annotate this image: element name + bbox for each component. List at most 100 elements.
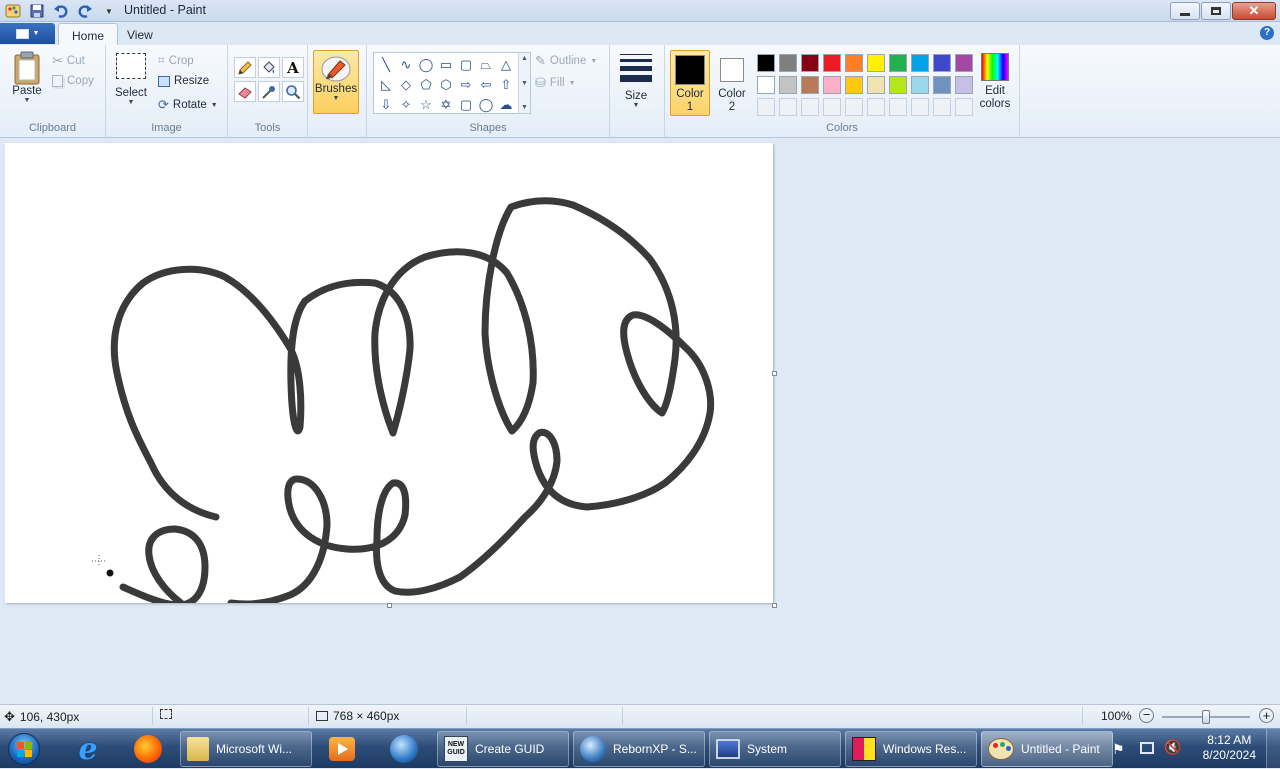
pentagon-shape-icon[interactable]: ⬠ [416,75,436,95]
rounded-callout-shape-icon[interactable]: ▢ [456,95,476,115]
paint-menu-button[interactable]: ▼ [0,23,55,44]
customize-qat-chevron-down-icon[interactable]: ▼ [100,2,118,20]
palette-swatch[interactable] [777,74,799,96]
redo-icon[interactable] [76,2,94,20]
brushes-button[interactable]: Brushes ▼ [313,50,359,114]
palette-swatch[interactable] [887,74,909,96]
triangle-shape-icon[interactable]: △ [496,55,516,75]
diamond-shape-icon[interactable]: ◇ [396,75,416,95]
oval-shape-icon[interactable]: ◯ [416,55,436,75]
resize-handle-right[interactable] [772,371,777,376]
custom-color-slot[interactable] [799,96,821,118]
paste-button[interactable]: Paste ▼ [6,51,48,104]
palette-swatch[interactable] [909,74,931,96]
internet-explorer-icon[interactable]: e [62,731,114,767]
oval-callout-shape-icon[interactable]: ◯ [476,95,496,115]
custom-color-slot[interactable] [755,96,777,118]
custom-color-slot[interactable] [931,96,953,118]
action-center-flag-icon[interactable]: ⚑ [1112,741,1125,758]
palette-swatch[interactable] [865,52,887,74]
start-button[interactable] [4,730,44,768]
scroll-down-icon[interactable]: ▼ [521,80,528,87]
color2-button[interactable]: Color 2 [712,50,752,116]
palette-swatch[interactable] [799,52,821,74]
custom-color-slot[interactable] [865,96,887,118]
custom-color-slot[interactable] [909,96,931,118]
palette-swatch[interactable] [953,74,975,96]
right-triangle-shape-icon[interactable]: ◺ [376,75,396,95]
taskbar-item-rebornxp[interactable]: RebornXP - S... [573,731,705,767]
palette-swatch[interactable] [931,74,953,96]
select-button[interactable]: Select ▼ [112,53,150,106]
rotate-button[interactable]: ⟳ Rotate ▼ [158,97,218,113]
custom-color-slot[interactable] [887,96,909,118]
media-player-icon[interactable] [316,731,368,767]
help-icon[interactable]: ? [1260,26,1274,40]
left-arrow-shape-icon[interactable]: ⇦ [476,75,496,95]
palette-swatch[interactable] [843,74,865,96]
gallery-expand-icon[interactable]: ▼ [521,104,528,111]
palette-swatch[interactable] [821,74,843,96]
palette-swatch[interactable] [931,52,953,74]
custom-color-slot[interactable] [821,96,843,118]
color1-button[interactable]: Color 1 [670,50,710,116]
taskbar-item-paint[interactable]: Untitled - Paint [981,731,1113,767]
save-icon[interactable] [28,2,46,20]
edit-colors-button[interactable]: Edit colors [977,53,1013,111]
drawing-canvas[interactable] [5,143,773,603]
globe-app-icon[interactable] [378,731,430,767]
outline-button[interactable]: ✎ Outline ▼ [535,53,597,69]
palette-swatch[interactable] [953,52,975,74]
clock[interactable]: 8:12 AM 8/20/2024 [1203,733,1256,763]
right-arrow-shape-icon[interactable]: ⇨ [456,75,476,95]
tab-view[interactable]: View [114,23,166,45]
curve-shape-icon[interactable]: ∿ [396,55,416,75]
zoom-slider-thumb[interactable] [1202,710,1210,724]
five-point-star-shape-icon[interactable]: ☆ [416,95,436,115]
magnifier-icon[interactable] [282,81,304,102]
eraser-icon[interactable] [234,81,256,102]
custom-color-slot[interactable] [843,96,865,118]
crop-button[interactable]: ⌗ Crop [158,53,194,68]
fill-bucket-icon[interactable] [258,57,280,78]
rounded-rectangle-shape-icon[interactable]: ▢ [456,55,476,75]
volume-muted-icon[interactable]: 🔇 [1164,739,1181,756]
tab-home[interactable]: Home [58,23,119,45]
taskbar-item-explorer[interactable]: Microsoft Wi... [180,731,312,767]
resize-handle-bottom[interactable] [387,603,392,608]
fill-button[interactable]: ⛁ Fill ▼ [535,75,576,91]
scroll-up-icon[interactable]: ▲ [521,55,528,62]
text-tool-icon[interactable]: A [282,57,304,78]
rectangle-shape-icon[interactable]: ▭ [436,55,456,75]
network-icon[interactable] [1140,742,1154,754]
close-button[interactable]: ✕ [1232,2,1276,20]
resize-button[interactable]: Resize [158,75,209,87]
palette-swatch[interactable] [777,52,799,74]
taskbar-item-windows-resources[interactable]: Windows Res... [845,731,977,767]
zoom-out-button[interactable]: − [1139,708,1154,723]
palette-swatch[interactable] [755,52,777,74]
line-shape-icon[interactable]: ╲ [376,55,396,75]
copy-button[interactable]: Copy [52,75,94,87]
firefox-icon[interactable] [122,731,174,767]
zoom-slider[interactable] [1162,710,1250,724]
palette-swatch[interactable] [755,74,777,96]
down-arrow-shape-icon[interactable]: ⇩ [376,95,396,115]
custom-color-slot[interactable] [777,96,799,118]
polygon-shape-icon[interactable]: ⏢ [476,55,496,75]
four-point-star-shape-icon[interactable]: ✧ [396,95,416,115]
palette-swatch[interactable] [843,52,865,74]
undo-icon[interactable] [52,2,70,20]
taskbar-item-create-guid[interactable]: NEW GUID Create GUID [437,731,569,767]
hexagon-shape-icon[interactable]: ⬡ [436,75,456,95]
taskbar-item-system[interactable]: System [709,731,841,767]
show-desktop-button[interactable] [1266,729,1280,769]
pencil-icon[interactable] [234,57,256,78]
paint-app-icon[interactable] [4,2,22,20]
palette-swatch[interactable] [887,52,909,74]
cloud-callout-shape-icon[interactable]: ☁ [496,95,516,115]
minimize-button[interactable] [1170,2,1200,20]
custom-color-slot[interactable] [953,96,975,118]
size-button[interactable]: Size ▼ [614,52,658,109]
six-point-star-shape-icon[interactable]: ✡ [436,95,456,115]
